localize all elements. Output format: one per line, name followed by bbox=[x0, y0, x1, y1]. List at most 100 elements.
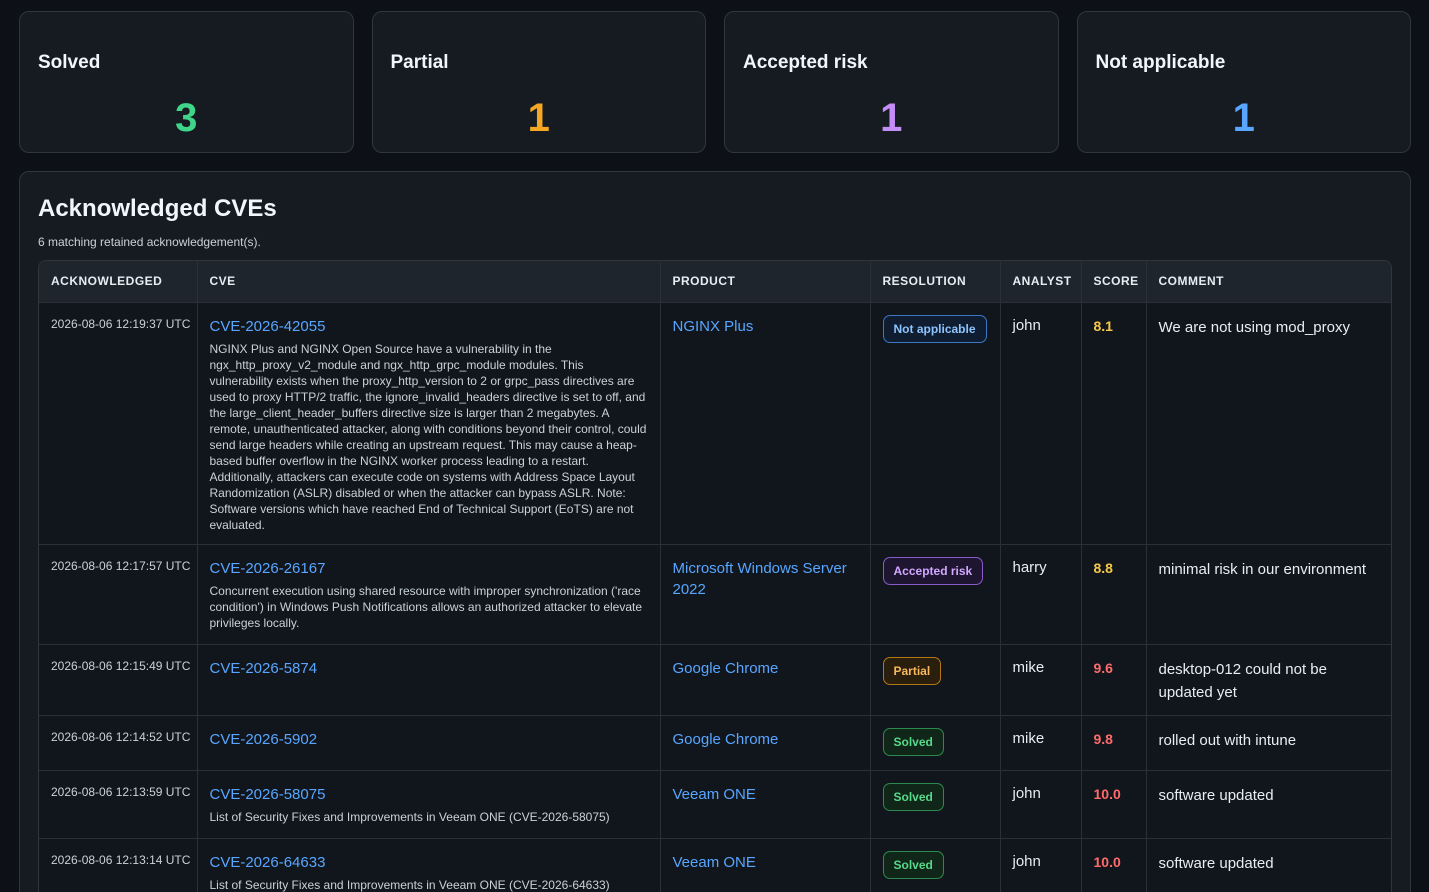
panel-subtitle: 6 matching retained acknowledgement(s). bbox=[38, 235, 261, 249]
product-link[interactable]: Google Chrome bbox=[673, 716, 858, 750]
resolution-badge: Not applicable bbox=[882, 314, 987, 343]
cell-analyst: mike bbox=[1000, 714, 1082, 770]
table-row: 2026-08-06 12:17:57 UTC CVE-2026-26167 C… bbox=[39, 543, 1391, 644]
acknowledged-timestamp: 2026-08-06 12:15:49 UTC bbox=[51, 658, 191, 673]
cell-acknowledged: 2026-08-06 12:15:49 UTC bbox=[39, 643, 198, 715]
cve-description: List of Security Fixes and Improvements … bbox=[209, 809, 610, 824]
cell-acknowledged: 2026-08-06 12:19:37 UTC bbox=[39, 301, 198, 544]
column-header-product[interactable]: PRODUCT bbox=[660, 261, 871, 302]
summary-card-partial: Partial 1 bbox=[371, 11, 706, 153]
cvss-score: 9.6 bbox=[1093, 659, 1113, 676]
panel-title: Acknowledged CVEs bbox=[38, 195, 277, 222]
cve-description: Concurrent execution using shared resour… bbox=[209, 583, 643, 630]
card-label: Solved bbox=[38, 52, 101, 73]
resolution-badge: Solved bbox=[882, 727, 944, 756]
column-header-score[interactable]: SCORE bbox=[1081, 261, 1147, 302]
cell-analyst: mike bbox=[1000, 643, 1082, 715]
cell-resolution: Accepted risk bbox=[870, 543, 1001, 644]
cell-resolution: Not applicable bbox=[870, 301, 1001, 544]
cell-acknowledged: 2026-08-06 12:13:59 UTC bbox=[39, 769, 198, 838]
cell-acknowledged: 2026-08-06 12:14:52 UTC bbox=[39, 714, 198, 770]
cve-link[interactable]: CVE-2026-5902 bbox=[210, 716, 648, 748]
cell-comment: rolled out with intune bbox=[1146, 714, 1391, 770]
table-row: 2026-08-06 12:14:52 UTC CVE-2026-5902 Go… bbox=[39, 714, 1391, 770]
resolution-badge: Accepted risk bbox=[882, 556, 984, 585]
acknowledged-timestamp: 2026-08-06 12:13:14 UTC bbox=[51, 852, 191, 867]
table-row: 2026-08-06 12:13:59 UTC CVE-2026-58075 L… bbox=[39, 769, 1391, 838]
cell-analyst: john bbox=[1000, 837, 1082, 892]
analyst-name: harry bbox=[1012, 558, 1047, 576]
cell-score: 8.1 bbox=[1081, 301, 1147, 544]
product-link[interactable]: Google Chrome bbox=[673, 645, 858, 679]
cve-link[interactable]: CVE-2026-64633 bbox=[210, 839, 648, 871]
table-row: 2026-08-06 12:13:14 UTC CVE-2026-64633 L… bbox=[39, 837, 1391, 892]
product-link[interactable]: Veeam ONE bbox=[673, 839, 858, 873]
comment-text: rolled out with intune bbox=[1158, 731, 1297, 749]
cve-table-container[interactable]: ACKNOWLEDGED CVE PRODUCT RESOLUTION ANAL… bbox=[38, 260, 1392, 892]
cell-analyst: harry bbox=[1000, 543, 1082, 644]
resolution-badge: Solved bbox=[882, 782, 944, 811]
cve-link[interactable]: CVE-2026-42055 bbox=[210, 303, 648, 335]
card-value: 1 bbox=[1232, 96, 1255, 140]
acknowledged-cves-panel: Acknowledged CVEs 6 matching retained ac… bbox=[19, 171, 1411, 892]
cvss-score: 9.8 bbox=[1093, 730, 1113, 747]
comment-text: We are not using mod_proxy bbox=[1158, 318, 1351, 336]
cell-cve: CVE-2026-64633 List of Security Fixes an… bbox=[197, 837, 661, 892]
cell-comment: software updated bbox=[1146, 769, 1391, 838]
cell-resolution: Solved bbox=[870, 714, 1001, 770]
cve-link[interactable]: CVE-2026-5874 bbox=[210, 645, 648, 677]
product-link[interactable]: Veeam ONE bbox=[673, 771, 858, 805]
column-header-comment[interactable]: COMMENT bbox=[1146, 261, 1391, 302]
cell-comment: minimal risk in our environment bbox=[1146, 543, 1391, 644]
cell-cve: CVE-2026-5902 bbox=[197, 714, 661, 770]
cell-analyst: john bbox=[1000, 769, 1082, 838]
cell-product: Microsoft Windows Server 2022 bbox=[660, 543, 871, 644]
table-header-row: ACKNOWLEDGED CVE PRODUCT RESOLUTION ANAL… bbox=[39, 261, 1391, 302]
analyst-name: john bbox=[1012, 784, 1041, 802]
cve-link[interactable]: CVE-2026-58075 bbox=[210, 771, 648, 803]
cvss-score: 8.8 bbox=[1093, 559, 1113, 576]
summary-card-accepted-risk: Accepted risk 1 bbox=[724, 11, 1059, 153]
summary-card-solved: Solved 3 bbox=[19, 11, 354, 153]
resolution-badge: Partial bbox=[882, 656, 942, 685]
summary-cards: Solved 3 Partial 1 Accepted risk 1 Not a… bbox=[19, 11, 1411, 153]
resolution-badge: Solved bbox=[882, 850, 944, 879]
table-row: 2026-08-06 12:15:49 UTC CVE-2026-5874 Go… bbox=[39, 643, 1391, 715]
cvss-score: 10.0 bbox=[1093, 853, 1121, 870]
analyst-name: mike bbox=[1012, 729, 1045, 747]
cve-description: NGINX Plus and NGINX Open Source have a … bbox=[209, 341, 647, 532]
cell-score: 10.0 bbox=[1081, 837, 1147, 892]
cell-acknowledged: 2026-08-06 12:17:57 UTC bbox=[39, 543, 198, 644]
column-header-acknowledged[interactable]: ACKNOWLEDGED bbox=[39, 261, 198, 302]
cve-table: ACKNOWLEDGED CVE PRODUCT RESOLUTION ANAL… bbox=[39, 261, 1391, 892]
cve-description: List of Security Fixes and Improvements … bbox=[209, 877, 610, 892]
analyst-name: john bbox=[1012, 316, 1041, 334]
cell-comment: desktop-012 could not be updated yet bbox=[1146, 643, 1391, 715]
card-label: Not applicable bbox=[1095, 52, 1226, 73]
cell-score: 8.8 bbox=[1081, 543, 1147, 644]
cell-cve: CVE-2026-58075 List of Security Fixes an… bbox=[197, 769, 661, 838]
product-link[interactable]: NGINX Plus bbox=[673, 303, 858, 337]
analyst-name: mike bbox=[1012, 658, 1045, 676]
acknowledged-timestamp: 2026-08-06 12:17:57 UTC bbox=[51, 558, 191, 573]
cell-score: 10.0 bbox=[1081, 769, 1147, 838]
cell-product: Veeam ONE bbox=[660, 769, 871, 838]
cell-comment: We are not using mod_proxy bbox=[1146, 301, 1391, 544]
card-value: 1 bbox=[527, 96, 550, 140]
cell-acknowledged: 2026-08-06 12:13:14 UTC bbox=[39, 837, 198, 892]
cve-link[interactable]: CVE-2026-26167 bbox=[210, 545, 648, 577]
table-row: 2026-08-06 12:19:37 UTC CVE-2026-42055 N… bbox=[39, 301, 1391, 544]
column-header-resolution[interactable]: RESOLUTION bbox=[870, 261, 1001, 302]
product-link[interactable]: Microsoft Windows Server 2022 bbox=[673, 545, 858, 600]
cell-resolution: Partial bbox=[870, 643, 1001, 715]
cell-product: Google Chrome bbox=[660, 714, 871, 770]
column-header-analyst[interactable]: ANALYST bbox=[1000, 261, 1082, 302]
column-header-cve[interactable]: CVE bbox=[197, 261, 661, 302]
comment-text: software updated bbox=[1158, 786, 1274, 804]
acknowledged-timestamp: 2026-08-06 12:19:37 UTC bbox=[51, 316, 191, 331]
cell-product: NGINX Plus bbox=[660, 301, 871, 544]
card-label: Accepted risk bbox=[743, 52, 868, 73]
card-value: 3 bbox=[175, 96, 198, 140]
analyst-name: john bbox=[1012, 852, 1041, 870]
cell-cve: CVE-2026-26167 Concurrent execution usin… bbox=[197, 543, 661, 644]
